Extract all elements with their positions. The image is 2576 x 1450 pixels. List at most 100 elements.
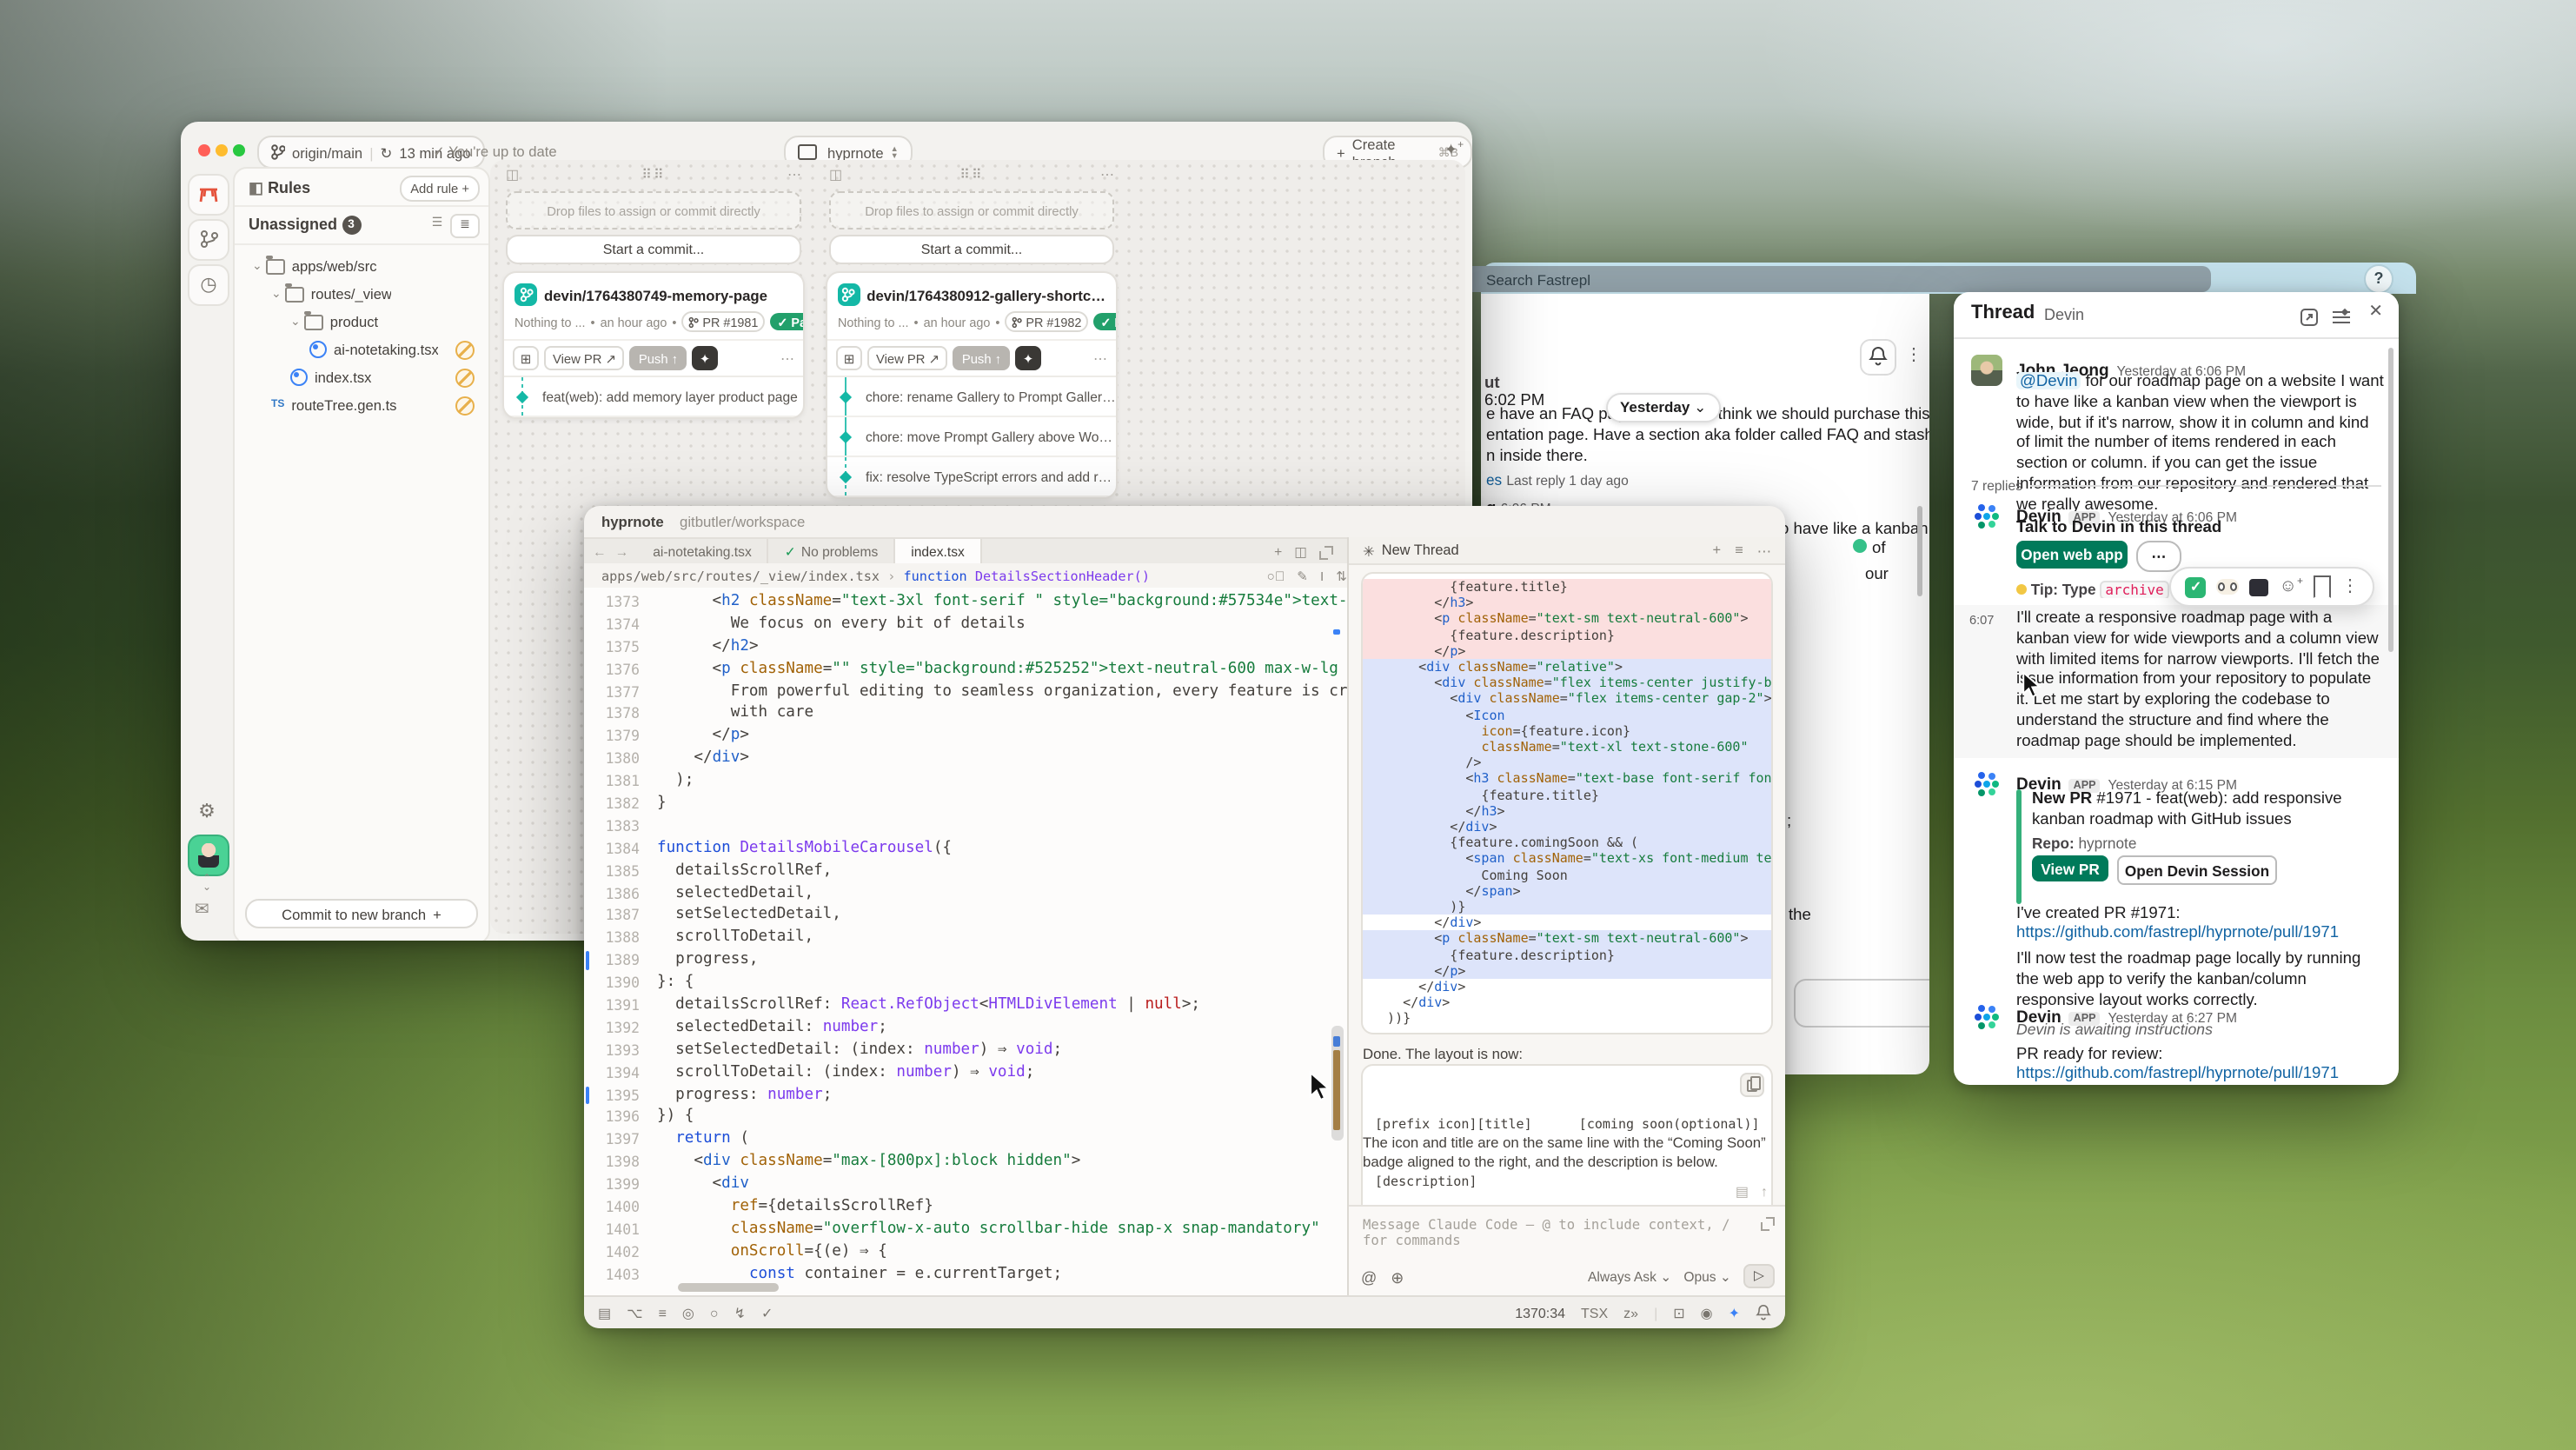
maximize-pane-icon[interactable] <box>1319 545 1333 559</box>
eyes-reaction-icon[interactable] <box>2217 579 2240 595</box>
user-avatar[interactable] <box>188 835 229 876</box>
bookmark-icon[interactable] <box>2314 575 2331 598</box>
technologist-reaction-icon[interactable] <box>2250 578 2269 595</box>
commit-view-icon-button[interactable]: ⊞ <box>513 346 539 370</box>
kebab-menu-icon[interactable]: ⋮ <box>1905 346 1922 365</box>
edit-icon[interactable]: ✎ <box>1297 568 1308 583</box>
settings-gear-icon[interactable]: ⚙ <box>188 793 226 831</box>
checks-icon[interactable]: ✓ <box>761 1305 773 1320</box>
panel-menu-icon[interactable]: ⋯ <box>1757 542 1771 559</box>
context-target-icon[interactable]: ⊕ <box>1391 1269 1404 1288</box>
pr-link[interactable]: https://github.com/fastrepl/hyprnote/pul… <box>2016 1064 2385 1085</box>
code-line-1391[interactable]: 1391 detailsScrollRef: React.RefObject<H… <box>584 994 1347 1017</box>
commit-row[interactable]: chore: rename Gallery to Prompt Gallery … <box>827 377 1116 417</box>
drag-handle[interactable]: ⠿⠿ <box>641 167 665 183</box>
notifications-bell-icon[interactable] <box>1756 1304 1771 1321</box>
sort-icon[interactable]: ⇅ <box>1336 568 1347 583</box>
commit-view-icon-button[interactable]: ⊞ <box>836 346 862 370</box>
add-reaction-icon[interactable]: ☺+ <box>2280 577 2303 596</box>
git-branch-icon[interactable]: ⌥ <box>627 1305 642 1320</box>
code-line-1389[interactable]: 1389 progress, <box>584 950 1347 973</box>
expand-input-icon[interactable] <box>1761 1217 1775 1231</box>
thread-actions-icon[interactable] <box>2331 304 2352 336</box>
start-commit-button[interactable]: Start a commit... <box>829 235 1114 264</box>
workspace-actions-icon[interactable]: ✦+ <box>1444 141 1464 160</box>
code-line-1395[interactable]: 1395 progress: number; <box>584 1084 1347 1107</box>
copy-icon[interactable] <box>1740 1073 1764 1097</box>
branches-nav-icon[interactable] <box>188 219 229 261</box>
ci-passed-badge[interactable]: ✓ Passed <box>770 313 805 330</box>
code-line-1397[interactable]: 1397 return ( <box>584 1129 1347 1152</box>
code-line-1373[interactable]: 1373 <h2 className="text-3xl font-serif … <box>584 591 1347 614</box>
code-line-1382[interactable]: 1382} <box>584 793 1347 815</box>
outline-icon[interactable]: ≡ <box>659 1305 667 1320</box>
list-view-icon[interactable]: ☰ <box>424 214 450 235</box>
breadcrumb[interactable]: apps/web/src/routes/_view/index.tsx › fu… <box>584 563 1364 588</box>
copilot-sparkle-icon[interactable]: ✦ <box>1729 1305 1740 1320</box>
code-line-1376[interactable]: 1376 <p className="" style="background:#… <box>584 658 1347 681</box>
open-in-window-icon[interactable] <box>2300 304 2319 336</box>
editor-titlebar[interactable]: hyprnote gitbutler/workspace <box>584 506 1785 537</box>
slack-help-button[interactable]: ? <box>2364 264 2393 294</box>
minimize-traffic-light[interactable] <box>216 144 228 156</box>
open-devin-session-button[interactable]: Open Devin Session <box>2117 855 2277 885</box>
zoom-traffic-light[interactable] <box>233 144 245 156</box>
close-icon[interactable]: ✕ <box>2368 303 2383 322</box>
code-line-1392[interactable]: 1392 selectedDetail: number; <box>584 1017 1347 1040</box>
check-reaction-icon[interactable]: ✓ <box>2186 576 2207 597</box>
code-line-1385[interactable]: 1385 detailsScrollRef, <box>584 860 1347 882</box>
commit-to-new-branch-button[interactable]: Commit to new branch+ <box>245 899 478 928</box>
tree-item-index-tsx[interactable]: index.tsx <box>245 363 485 391</box>
card-menu-icon[interactable]: ⋯ <box>1093 350 1107 366</box>
code-line-1384[interactable]: 1384function DetailsMobileCarousel({ <box>584 838 1347 861</box>
code-line-1401[interactable]: 1401 className="overflow-x-auto scrollba… <box>584 1219 1347 1241</box>
code-line-1380[interactable]: 1380 </div> <box>584 748 1347 770</box>
drop-zone[interactable]: Drop files to assign or commit directly <box>829 191 1114 229</box>
send-button[interactable]: ▷ <box>1743 1264 1775 1288</box>
split-pane-icon[interactable]: ◫ <box>1294 544 1307 560</box>
code-line-1379[interactable]: 1379 </p> <box>584 726 1347 748</box>
branch-name[interactable]: devin/1764380912-gallery-shortcuts <box>866 286 1105 303</box>
markdown-file-icon[interactable]: ▤ <box>1736 1184 1749 1200</box>
pr-attachment-title[interactable]: New PR #1971 - feat(web): add responsive… <box>2032 789 2380 830</box>
thread-history-icon[interactable]: ≡ <box>1735 542 1743 559</box>
commit-row[interactable]: chore: move Prompt Gallery above Workflo… <box>827 417 1116 457</box>
card-menu-icon[interactable]: ⋯ <box>780 350 794 366</box>
slack-search-field[interactable]: Search Fastrepl <box>1411 265 2211 291</box>
mention-icon[interactable]: @ <box>1361 1269 1377 1288</box>
push-button[interactable]: Push ↑ <box>953 346 1010 370</box>
vertical-scrollbar[interactable] <box>1331 1026 1344 1141</box>
scrollbar[interactable] <box>2388 348 2393 652</box>
code-line-1388[interactable]: 1388 scrollToDetail, <box>584 928 1347 950</box>
collapse-chevrons-icon[interactable]: ⌃⌄ <box>198 876 216 894</box>
branch-name[interactable]: devin/1764380749-memory-page <box>544 286 767 303</box>
replies-fragment[interactable]: es <box>1486 471 1502 489</box>
tree-item-routetree-gen-ts[interactable]: TSrouteTree.gen.ts <box>245 391 485 419</box>
assistant-message-input[interactable] <box>1359 1214 1754 1266</box>
gitbutler-logo-icon[interactable] <box>188 174 229 216</box>
view-pr-button[interactable]: View PR <box>2032 855 2108 881</box>
drag-handle[interactable]: ⠿⠿ <box>959 167 983 183</box>
tree-item-routes-view[interactable]: ⌄routes/_view <box>245 280 485 308</box>
code-line-1398[interactable]: 1398 <div className="max-[800px]:block h… <box>584 1152 1347 1174</box>
code-line-1390[interactable]: 1390}: { <box>584 972 1347 994</box>
date-divider-pill[interactable]: Yesterday ⌄ <box>1606 393 1720 422</box>
tree-item-apps-web-src[interactable]: ⌄apps/web/src <box>245 252 485 280</box>
push-button[interactable]: Push ↑ <box>630 346 687 370</box>
tab-index-tsx[interactable]: index.tsx <box>895 539 982 565</box>
quick-action-icon[interactable]: ↯ <box>734 1305 746 1320</box>
ci-passed-badge[interactable]: ✓ Passed <box>1093 313 1118 330</box>
close-traffic-light[interactable] <box>198 144 210 156</box>
start-commit-button[interactable]: Start a commit... <box>506 235 801 264</box>
cursor-icon[interactable]: I <box>1320 568 1324 583</box>
timestamp[interactable]: 6:07 <box>1969 612 1994 628</box>
permission-mode-select[interactable]: Always Ask ⌄ <box>1588 1268 1671 1284</box>
new-thread-icon[interactable]: + <box>1712 542 1721 559</box>
tab-ai-notetaking[interactable]: ai-notetaking.tsx <box>637 539 769 565</box>
ai-actions-button[interactable]: ✦ <box>1015 346 1041 370</box>
pr-number-pill[interactable]: PR #1981 <box>681 311 765 332</box>
scrollbar[interactable] <box>1917 506 1922 596</box>
tree-item-product[interactable]: ⌄product <box>245 308 485 336</box>
new-tab-icon[interactable]: + <box>1274 544 1282 560</box>
collab-icon[interactable]: ◎ <box>682 1305 694 1320</box>
